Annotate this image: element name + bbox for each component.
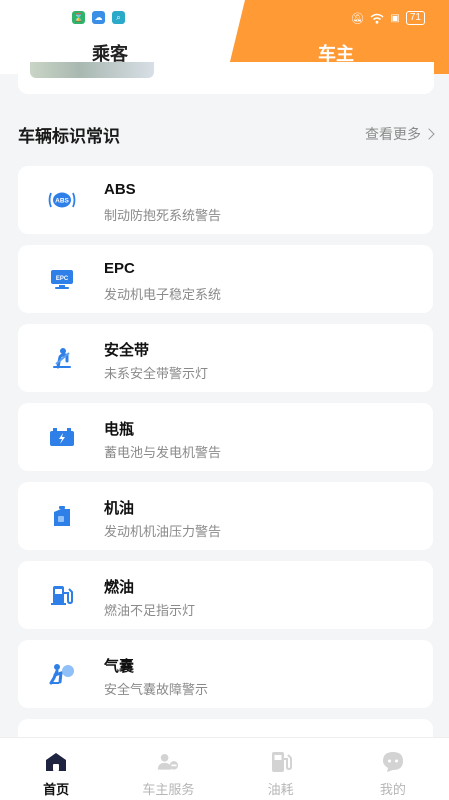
item-desc: 安全气囊故障警示 <box>104 682 209 697</box>
svg-text:ABS: ABS <box>55 198 69 205</box>
previous-card[interactable] <box>18 62 434 94</box>
nav-label: 油耗 <box>267 782 294 797</box>
home-icon <box>45 752 67 772</box>
owner-service-icon <box>157 752 179 772</box>
app-notification-icon: ⌛ <box>72 11 85 24</box>
nav-profile[interactable]: 我的 <box>337 738 449 800</box>
item-name: 电瓶 <box>104 421 135 438</box>
abs-icon: ABS <box>48 188 76 212</box>
nav-home[interactable]: 首页 <box>0 738 112 800</box>
status-bar-left: ⌛ ☁ ⌕ <box>72 11 125 24</box>
fuel-icon <box>48 583 76 607</box>
bottom-nav: 首页 车主服务 油耗 我的 <box>0 737 449 800</box>
search-app-icon: ⌕ <box>112 11 125 24</box>
item-name: 机油 <box>104 500 135 517</box>
item-name: ABS <box>104 181 136 198</box>
seatbelt-icon <box>48 346 76 370</box>
chevron-right-icon <box>423 128 435 140</box>
wifi-icon <box>370 13 384 24</box>
item-desc: 未系安全带警示灯 <box>104 366 209 381</box>
list-item-seatbelt[interactable]: 安全带 未系安全带警示灯 <box>18 324 433 392</box>
item-desc: 发动机机油压力警告 <box>104 524 222 539</box>
nav-label: 首页 <box>43 782 70 797</box>
item-desc: 制动防抱死系统警告 <box>104 208 222 223</box>
cloud-icon: ☁ <box>92 11 105 24</box>
item-name: 燃油 <box>104 579 135 596</box>
item-desc: 蓄电池与发电机警告 <box>104 445 222 460</box>
profile-icon <box>382 752 404 772</box>
list-item-airbag[interactable]: 气囊 安全气囊故障警示 <box>18 640 433 708</box>
svg-text:EPC: EPC <box>56 276 69 282</box>
nav-fuel-consumption[interactable]: 油耗 <box>225 738 337 800</box>
section-title: 车辆标识常识 <box>18 127 120 146</box>
see-more-label: 查看更多 <box>365 126 421 142</box>
list-item-oil[interactable]: 机油 发动机机油压力警告 <box>18 482 433 550</box>
status-bar-right: 🔕︎ ▣ 71 <box>350 11 425 25</box>
mute-icon: 🔕︎ <box>350 12 365 25</box>
list-item-abs[interactable]: ABS ABS 制动防抱死系统警告 <box>18 166 433 234</box>
nav-label: 车主服务 <box>142 782 195 797</box>
oil-icon <box>48 504 76 528</box>
nav-label: 我的 <box>379 782 406 797</box>
no-sim-icon: ▣ <box>390 12 400 24</box>
nav-owner-service[interactable]: 车主服务 <box>112 738 224 800</box>
list-item-fuel[interactable]: 燃油 燃油不足指示灯 <box>18 561 433 629</box>
item-name: EPC <box>104 260 135 277</box>
fuel-consumption-icon <box>270 752 292 772</box>
list-item-epc[interactable]: EPC EPC 发动机电子稳定系统 <box>18 245 433 313</box>
epc-icon: EPC <box>48 267 76 291</box>
item-name: 气囊 <box>104 658 135 675</box>
item-desc: 发动机电子稳定系统 <box>104 287 222 302</box>
see-more-link[interactable]: 查看更多 <box>365 124 435 144</box>
item-desc: 燃油不足指示灯 <box>104 603 196 618</box>
card-image <box>30 62 154 78</box>
battery-indicator: 71 <box>405 11 425 25</box>
list-item-battery[interactable]: 电瓶 蓄电池与发电机警告 <box>18 403 433 471</box>
battery-icon <box>48 425 76 449</box>
item-name: 安全带 <box>104 342 150 359</box>
airbag-icon <box>48 662 76 686</box>
